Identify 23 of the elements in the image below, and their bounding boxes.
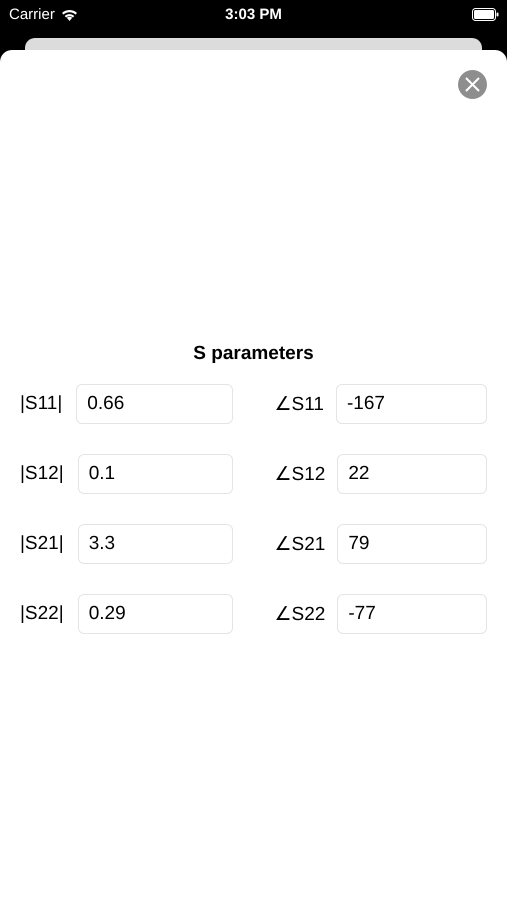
angle-label: ∠S21 (274, 532, 326, 556)
magnitude-field[interactable]: 0.29 (78, 594, 232, 634)
magnitude-field[interactable]: 0.66 (76, 384, 232, 424)
angle-field[interactable]: 22 (337, 454, 487, 494)
close-button[interactable] (458, 70, 487, 99)
angle-field[interactable]: -77 (337, 594, 487, 634)
magnitude-label: |S22| (20, 603, 64, 625)
section-title: S parameters (192, 343, 315, 365)
magnitude-label: |S21| (20, 533, 64, 555)
magnitude-field[interactable]: 0.1 (78, 454, 232, 494)
close-icon (465, 77, 480, 92)
clock-time: 3:03 PM (224, 6, 283, 22)
magnitude-label: |S12| (20, 463, 64, 485)
battery-icon (472, 8, 499, 20)
angle-label: ∠S22 (274, 602, 326, 626)
carrier-label: Carrier (9, 6, 55, 22)
angle-label: ∠S11 (274, 392, 324, 416)
angle-field[interactable]: 79 (337, 524, 487, 564)
magnitude-field[interactable]: 3.3 (78, 524, 232, 564)
magnitude-label: |S11| (20, 393, 62, 415)
angle-field[interactable]: -167 (336, 384, 487, 424)
wifi-icon (60, 8, 78, 20)
angle-label: ∠S12 (274, 462, 326, 486)
